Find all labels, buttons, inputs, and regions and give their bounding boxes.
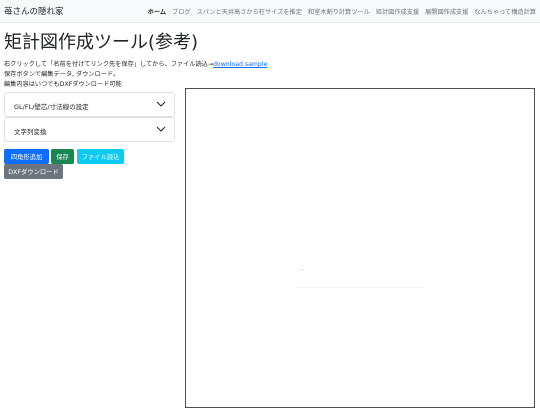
nav-link-structure[interactable]: なんちゃって構造計算 xyxy=(474,7,536,16)
brand-link[interactable]: 苺さんの隠れ家 xyxy=(4,5,64,17)
accordion-text-convert[interactable]: 文字列変換 xyxy=(4,117,175,142)
page-title: 矩計図作成ツール(参考) xyxy=(4,32,199,53)
nav-link-elevation[interactable]: 展開図作成支援 xyxy=(425,7,468,16)
description-line-3: 編集内容はいつでもDXFダウンロード可能 xyxy=(4,81,122,88)
drawing-canvas[interactable] xyxy=(185,88,535,408)
nav-link-blog[interactable]: ブログ xyxy=(172,7,191,16)
description-text: 右クリックして「名前を付けてリンク先を保存」してから、ファイル読込→ xyxy=(4,61,213,68)
canvas-point xyxy=(302,269,303,270)
nav-link-washitsu[interactable]: 和室木割り計算ツール xyxy=(308,7,370,16)
description-line-1: 右クリックして「名前を付けてリンク先を保存」してから、ファイル読込→downlo… xyxy=(4,59,267,68)
canvas-line xyxy=(296,287,424,288)
accordion-text-convert-label: 文字列変換 xyxy=(14,128,47,136)
nav-link-home[interactable]: ホーム xyxy=(148,7,166,16)
accordion-gl-settings[interactable]: GL/FL/壁芯/寸法線の設定 xyxy=(4,92,175,117)
save-button[interactable]: 保存 xyxy=(51,149,74,164)
file-load-button[interactable]: ファイル読込 xyxy=(77,149,124,164)
add-rectangle-button[interactable]: 四角形追加 xyxy=(4,149,49,164)
nav-links: ホーム ブログ スパンと天井高さから柱サイズを推定 和室木割り計算ツール 矩計図… xyxy=(148,7,536,16)
description-line-2: 保存ボタンで編集データ, ダウンロード。 xyxy=(4,71,120,78)
accordion-gl-settings-label: GL/FL/壁芯/寸法線の設定 xyxy=(14,103,89,111)
nav-link-column-size[interactable]: スパンと天井高さから柱サイズを推定 xyxy=(197,7,302,16)
download-sample-link[interactable]: download sample xyxy=(213,61,267,68)
nav-link-section-drawing[interactable]: 矩計図作成支援 xyxy=(376,7,419,16)
chevron-down-icon xyxy=(156,126,166,132)
dxf-download-button[interactable]: DXFダウンロード xyxy=(4,164,63,179)
navbar: 苺さんの隠れ家 ホーム ブログ スパンと天井高さから柱サイズを推定 和室木割り計… xyxy=(0,0,540,23)
chevron-down-icon xyxy=(156,101,166,107)
